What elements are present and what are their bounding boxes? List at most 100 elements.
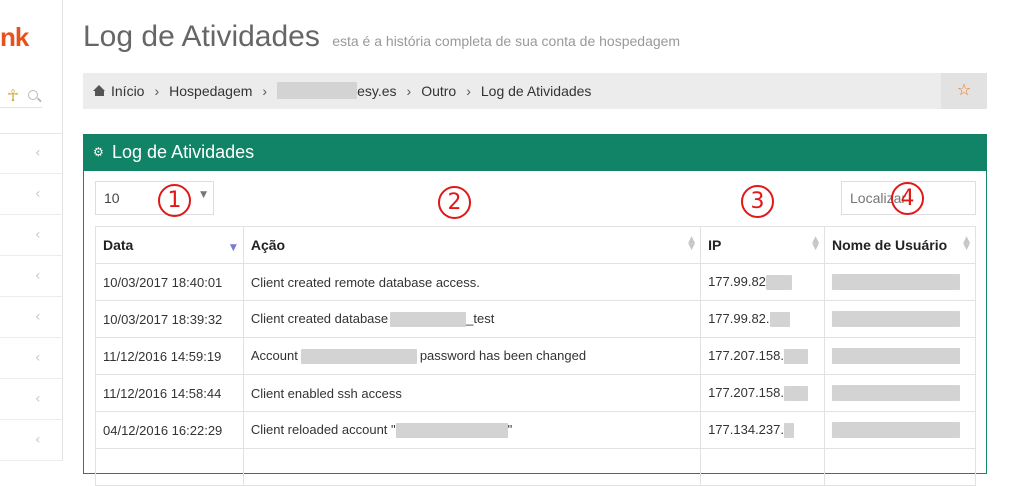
caret-down-icon: ▼	[200, 190, 207, 200]
ip-text: 177.134.237.	[708, 421, 784, 437]
breadcrumb-hospedagem[interactable]: Hospedagem	[169, 83, 252, 99]
breadcrumb-separator: ›	[406, 82, 412, 99]
redacted-ip	[769, 312, 790, 328]
home-icon[interactable]	[93, 85, 106, 96]
chevron-left-icon: ‹	[35, 350, 41, 366]
chevron-left-icon: ‹	[35, 391, 41, 407]
cell-ip: 177.134.237.	[700, 411, 825, 449]
cell-username	[824, 300, 976, 338]
sort-icon: ▲ ▼	[812, 235, 819, 252]
cell-username	[824, 337, 976, 375]
sidebar-item[interactable]: ‹	[0, 297, 63, 338]
sort-icon: ▲ ▼	[963, 235, 970, 252]
ip-text: 177.207.158.	[708, 384, 784, 400]
column-header-ip[interactable]: IP ▲ ▼	[700, 226, 825, 264]
redacted-ip	[783, 386, 808, 402]
redacted-ip	[783, 423, 794, 439]
redacted-domain	[277, 82, 358, 99]
action-text: "	[507, 421, 513, 437]
sidebar-item[interactable]: ‹	[0, 174, 63, 215]
table-row: 10/03/2017 18:40:01 Client created remot…	[95, 263, 976, 301]
breadcrumb-separator: ›	[466, 82, 471, 99]
column-header-username[interactable]: Nome de Usuário ▲ ▼	[824, 226, 976, 264]
ip-text: 177.99.82	[708, 273, 766, 289]
table-header-row: Data ▼ Ação ▲ ▼ IP ▲ ▼ Nome de Usuário ▲ ▼	[95, 226, 976, 264]
star-icon[interactable]: ☆	[941, 73, 987, 109]
annotation-marker-2: 2	[438, 186, 471, 219]
redacted-username	[832, 348, 960, 365]
column-header-acao[interactable]: Ação ▲ ▼	[242, 226, 702, 264]
chevron-left-icon: ‹	[35, 268, 41, 284]
annotation-marker-4: 4	[891, 182, 924, 215]
column-label: IP	[708, 237, 722, 253]
redacted-account	[395, 423, 508, 439]
redacted-username	[832, 274, 960, 291]
cell-action: Client created database _test	[242, 300, 702, 338]
redacted-username	[832, 422, 960, 439]
panel-header: ⚙ Log de Atividades	[83, 134, 987, 171]
action-text: Client reloaded account "	[250, 421, 396, 437]
breadcrumb-current: Log de Atividades	[480, 82, 592, 99]
search-icon[interactable]	[28, 90, 38, 100]
cell-ip: 177.99.82.	[700, 300, 825, 338]
cell-action: Client enabled ssh access	[242, 374, 702, 412]
page-size-select[interactable]: 10 ▼	[95, 181, 214, 215]
cell-ip	[700, 448, 825, 486]
redacted-account	[300, 349, 417, 365]
sidebar-item[interactable]: ‹	[0, 338, 63, 379]
cell-ip: 177.207.158.	[700, 374, 825, 412]
page-title: Log de Atividades esta é a história comp…	[83, 20, 680, 54]
breadcrumb-domain[interactable]: esy.es	[357, 83, 396, 99]
cell-date: 11/12/2016 14:59:19	[95, 337, 244, 375]
cell-action	[242, 448, 702, 486]
cell-username	[824, 411, 976, 449]
sidebar-item[interactable]: ‹	[0, 379, 63, 420]
cell-ip: 177.207.158.	[700, 337, 825, 375]
chevron-left-icon: ‹	[35, 145, 41, 161]
sidebar-item[interactable]: ‹	[0, 256, 63, 297]
cell-action: Account password has been changed	[242, 337, 702, 375]
table-row: 04/12/2016 16:22:29 Client reloaded acco…	[95, 411, 976, 449]
column-label: Nome de Usuário	[832, 237, 948, 253]
chevron-left-icon: ‹	[35, 309, 41, 325]
annotation-marker-1: 1	[158, 184, 191, 217]
table-row	[95, 448, 976, 486]
sidebar: nk ☥ ‹ ‹ ‹ ‹ ‹ ‹ ‹ ‹	[0, 0, 63, 461]
cell-date	[95, 448, 244, 486]
redacted-ip	[765, 275, 792, 291]
breadcrumb-outro[interactable]: Outro	[421, 83, 456, 99]
sidebar-tools: ☥	[0, 80, 42, 108]
ip-text: 177.207.158.	[708, 347, 784, 363]
sidebar-item[interactable]: ‹	[0, 420, 63, 461]
column-header-data[interactable]: Data ▼	[95, 226, 244, 264]
sidebar-item[interactable]: ‹	[0, 215, 63, 256]
breadcrumb-home[interactable]: Início	[111, 83, 144, 99]
table-row: 10/03/2017 18:39:32 Client created datab…	[95, 300, 976, 338]
cell-action: Client created remote database access.	[242, 263, 702, 301]
sort-icon: ▲ ▼	[688, 235, 696, 252]
breadcrumb-separator: ›	[154, 82, 160, 99]
cell-username	[824, 263, 976, 301]
action-text: Account	[250, 347, 298, 363]
cell-action: Client reloaded account " "	[242, 411, 702, 449]
ankh-icon[interactable]: ☥	[7, 86, 19, 106]
action-text: Client created database	[250, 310, 389, 326]
breadcrumb: Início › Hospedagem › esy.es › Outro › L…	[83, 73, 987, 109]
chevron-left-icon: ‹	[35, 186, 41, 202]
page-subtitle: esta é a história completa de sua conta …	[332, 33, 681, 49]
cell-username	[824, 374, 976, 412]
activity-log-panel: ⚙ Log de Atividades 10 ▼ 1 2 3 4 Data ▼ A…	[83, 134, 987, 486]
panel-title: Log de Atividades	[112, 142, 255, 162]
sidebar-item[interactable]: ‹	[0, 133, 63, 174]
redacted-ip	[783, 349, 808, 365]
action-text: _test	[466, 310, 495, 326]
table-row: 11/12/2016 14:58:44 Client enabled ssh a…	[95, 374, 976, 412]
cogs-icon: ⚙	[93, 145, 104, 159]
column-label: Data	[103, 237, 134, 253]
cell-date: 10/03/2017 18:40:01	[95, 263, 244, 301]
redacted-username	[832, 311, 960, 328]
page-size-value: 10	[104, 190, 120, 206]
chevron-left-icon: ‹	[35, 227, 41, 243]
ip-text: 177.99.82.	[708, 310, 770, 326]
table-row: 11/12/2016 14:59:19 Account password has …	[95, 337, 976, 375]
